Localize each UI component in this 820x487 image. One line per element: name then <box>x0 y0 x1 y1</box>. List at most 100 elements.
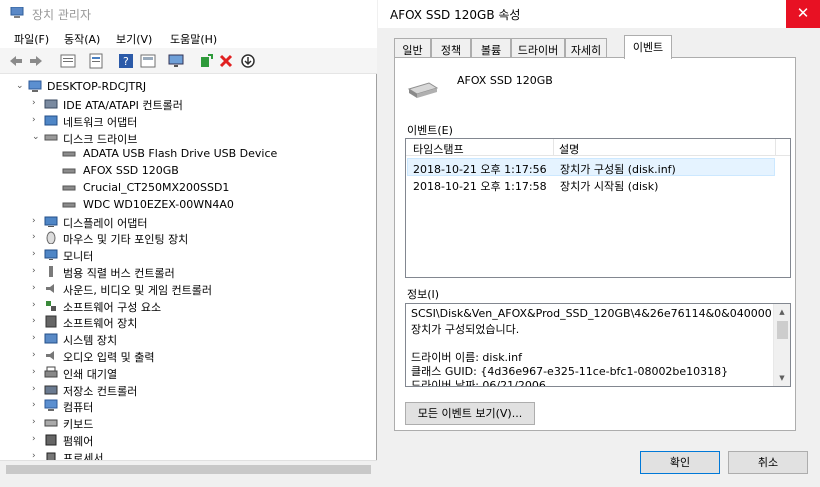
event-row[interactable]: 2018-10-21 오후 1:17:58 장치가 시작됨 (disk) <box>407 176 775 194</box>
help-icon[interactable]: ? <box>118 53 134 69</box>
tree-category-item[interactable]: › 소프트웨어 구성 요소 <box>32 297 340 314</box>
tree-category-item[interactable]: › 네트워크 어댑터 <box>32 112 340 129</box>
expand-chevron-icon[interactable]: › <box>32 450 42 460</box>
column-description[interactable]: 설명 <box>559 141 579 157</box>
tree-category-item[interactable]: › 오디오 입력 및 출력 <box>32 347 340 364</box>
info-scrollbar[interactable]: ▲ ▼ <box>773 304 790 386</box>
scan-window-icon[interactable] <box>140 53 156 69</box>
tree-category-item[interactable]: › 저장소 컨트롤러 <box>32 381 340 398</box>
info-line: SCSI\Disk&Ven_AFOX&Prod_SSD_120GB\4&26e7… <box>411 307 772 320</box>
forward-arrow-icon[interactable] <box>28 53 44 69</box>
expand-chevron-icon[interactable]: › <box>32 366 42 378</box>
tree-root[interactable]: ⌄ DESKTOP-RDCJTRJ <box>16 78 356 95</box>
tree-item-label: 키보드 <box>63 418 94 432</box>
device-manager-app-icon <box>10 7 24 18</box>
scroll-up-icon[interactable]: ▲ <box>777 307 787 317</box>
expand-chevron-icon[interactable]: › <box>32 114 42 126</box>
expand-chevron-icon[interactable]: › <box>32 383 42 395</box>
tree-category-item[interactable]: › 소프트웨어 장치 <box>32 313 340 330</box>
events-tab-panel: AFOX SSD 120GB 이벤트(E) 타임스탬프 설명 2018-10-2… <box>394 57 796 431</box>
tree-category-item[interactable]: › 범용 직렬 버스 컨트롤러 <box>32 263 340 280</box>
tree-category-item[interactable]: › 컴퓨터 <box>32 397 340 414</box>
device-manager-title: 장치 관리자 <box>32 8 92 22</box>
expand-chevron-icon[interactable]: › <box>32 433 42 445</box>
expand-chevron-icon[interactable]: › <box>32 349 42 361</box>
event-timestamp: 2018-10-21 오후 1:17:58 <box>413 180 547 193</box>
expand-chevron-icon[interactable]: › <box>32 97 42 109</box>
tab-general[interactable]: 일반 <box>394 38 431 58</box>
collapse-chevron-icon[interactable]: ⌄ <box>16 80 26 92</box>
expand-chevron-icon[interactable]: › <box>32 399 42 411</box>
update-driver-icon[interactable] <box>198 53 214 69</box>
toolbar: ? <box>0 48 377 74</box>
info-label: 정보(I) <box>407 288 440 301</box>
ok-button[interactable]: 확인 <box>640 451 720 474</box>
uninstall-x-icon[interactable] <box>218 53 234 69</box>
tree-device-item[interactable]: WDC WD10EZEX-00WN4A0 <box>52 196 340 213</box>
properties-title: AFOX SSD 120GB 속성 <box>390 8 521 22</box>
tree-device-item[interactable]: ADATA USB Flash Drive USB Device <box>52 145 340 162</box>
tree-category-item[interactable]: › 인쇄 대기열 <box>32 364 340 381</box>
column-timestamp[interactable]: 타임스탬프 <box>413 141 464 157</box>
tree-device-item[interactable]: AFOX SSD 120GB <box>52 162 340 179</box>
tree-item-label: 네트워크 어댑터 <box>63 115 138 129</box>
device-tree[interactable]: ⌄ DESKTOP-RDCJTRJ › IDE ATA/ATAPI 컨트롤러 › 네트… <box>0 76 377 460</box>
scrollbar-thumb[interactable] <box>777 321 788 339</box>
tree-item-label: 펌웨어 <box>63 435 94 448</box>
tree-category-item[interactable]: › 프로세서 <box>32 448 340 460</box>
events-list[interactable]: 타임스탬프 설명 2018-10-21 오후 1:17:56 장치가 구성됨 (… <box>405 138 791 278</box>
tree-item-label: AFOX SSD 120GB <box>83 164 179 178</box>
horizontal-scrollbar[interactable] <box>0 460 377 477</box>
expand-chevron-icon[interactable]: › <box>32 332 42 344</box>
tab-details[interactable]: 자세히 <box>565 38 607 58</box>
tree-item-label: 디스플레이 어댑터 <box>63 216 148 230</box>
view-all-events-button[interactable]: 모든 이벤트 보기(V)... <box>405 402 535 425</box>
close-button[interactable]: ✕ <box>786 0 820 28</box>
tab-events[interactable]: 이벤트 <box>624 35 672 59</box>
expand-chevron-icon[interactable]: › <box>32 299 42 311</box>
tree-category-item[interactable]: › 디스플레이 어댑터 <box>32 213 340 230</box>
expand-chevron-icon[interactable]: › <box>32 265 42 277</box>
tree-item-label: 소프트웨어 구성 요소 <box>63 300 162 314</box>
collapse-chevron-icon[interactable]: ⌄ <box>32 131 42 143</box>
scroll-down-icon[interactable]: ▼ <box>777 373 787 383</box>
ssd-drive-icon <box>407 82 439 98</box>
tree-category-item[interactable]: › 모니터 <box>32 246 340 263</box>
computer-icon <box>44 399 58 412</box>
disable-down-icon[interactable] <box>240 53 256 69</box>
scrollbar-thumb[interactable] <box>6 465 371 474</box>
menu-help[interactable]: 도움말(H) <box>170 31 217 47</box>
expand-chevron-icon[interactable]: › <box>32 248 42 260</box>
expand-chevron-icon[interactable]: › <box>32 282 42 294</box>
tree-category-item[interactable]: › 키보드 <box>32 414 340 431</box>
device-manager-window: 장치 관리자 파일(F) 동작(A) 보기(V) 도움말(H) ? ⌄ DESK… <box>0 0 377 487</box>
menu-view[interactable]: 보기(V) <box>116 31 152 47</box>
tree-category-item[interactable]: › 시스템 장치 <box>32 330 340 347</box>
back-arrow-icon[interactable] <box>8 53 24 69</box>
tree-device-item[interactable]: Crucial_CT250MX200SSD1 <box>52 179 340 196</box>
info-textbox[interactable]: SCSI\Disk&Ven_AFOX&Prod_SSD_120GB\4&26e7… <box>405 303 791 387</box>
tree-category-item[interactable]: › 사운드, 비디오 및 게임 컨트롤러 <box>32 280 340 297</box>
cancel-button[interactable]: 취소 <box>728 451 808 474</box>
tab-driver[interactable]: 드라이버 <box>511 38 565 58</box>
view-list-icon[interactable] <box>60 53 76 69</box>
tree-category-item[interactable]: › IDE ATA/ATAPI 컨트롤러 <box>32 95 340 112</box>
properties-page-icon[interactable] <box>88 53 104 69</box>
device-manager-titlebar: 장치 관리자 <box>0 0 377 28</box>
expand-chevron-icon[interactable]: › <box>32 215 42 227</box>
event-description: 장치가 구성됨 (disk.inf) <box>560 163 676 176</box>
event-row[interactable]: 2018-10-21 오후 1:17:56 장치가 구성됨 (disk.inf) <box>407 158 775 176</box>
expand-chevron-icon[interactable]: › <box>32 231 42 243</box>
tree-category-item[interactable]: › 펌웨어 <box>32 431 340 448</box>
menu-file[interactable]: 파일(F) <box>14 31 49 47</box>
tab-policy[interactable]: 정책 <box>431 38 471 58</box>
software-device-icon <box>45 315 57 328</box>
tree-category-item[interactable]: ⌄ 디스크 드라이브 <box>32 129 340 146</box>
menu-action[interactable]: 동작(A) <box>64 31 100 47</box>
expand-chevron-icon[interactable]: › <box>32 315 42 327</box>
tree-category-item[interactable]: › 마우스 및 기타 포인팅 장치 <box>32 229 340 246</box>
monitor-scan-icon[interactable] <box>168 53 184 69</box>
tab-volume[interactable]: 볼륨 <box>471 38 511 58</box>
expand-chevron-icon[interactable]: › <box>32 416 42 428</box>
tree-item-label: 인쇄 대기열 <box>63 367 118 381</box>
